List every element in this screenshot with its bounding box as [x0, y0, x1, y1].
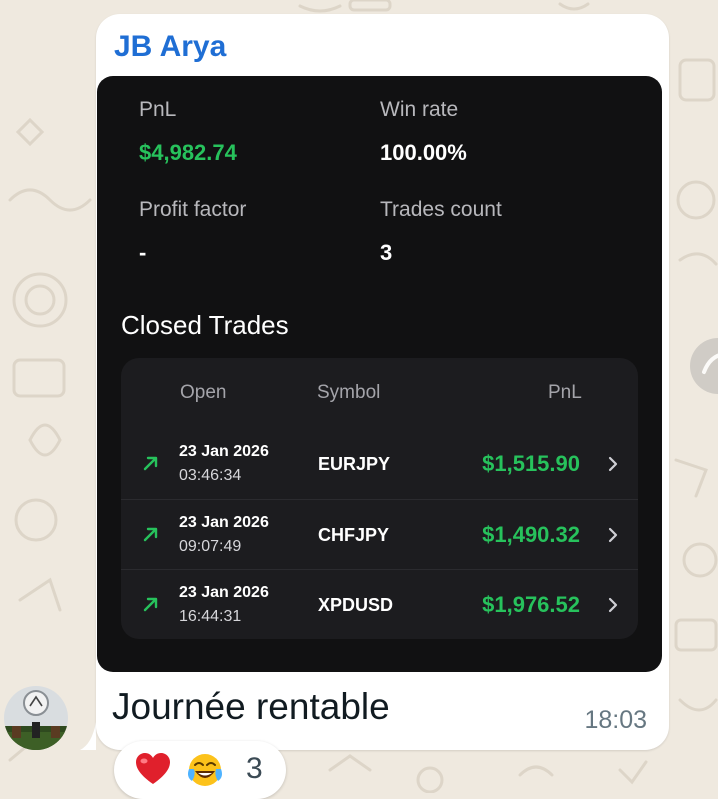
pnl-value: $4,982.74 [139, 140, 237, 165]
trade-open-time: 16:44:31 [179, 608, 242, 625]
heart-emoji-icon [136, 753, 170, 784]
message-bubble[interactable]: JB Arya PnL $4,982.74 Win rate 100.00% P… [96, 14, 669, 750]
trade-pnl: $1,515.90 [482, 451, 580, 476]
trade-symbol: CHFJPY [318, 525, 390, 545]
profit-factor-value: - [139, 240, 147, 265]
trade-pnl: $1,976.52 [482, 592, 580, 617]
trade-symbol: XPDUSD [318, 595, 394, 615]
avatar-image [4, 686, 68, 750]
message-text: Journée rentable [112, 686, 390, 727]
column-header-pnl: PnL [548, 382, 582, 403]
sender-avatar[interactable] [4, 686, 68, 750]
arrow-up-right-icon [143, 456, 158, 471]
winrate-value: 100.00% [380, 140, 467, 165]
winrate-label: Win rate [380, 98, 459, 121]
trade-row[interactable]: 23 Jan 2026 09:07:49 CHFJPY $1,490.32 [121, 499, 638, 569]
laughing-tears-emoji-icon [188, 754, 222, 786]
sender-name[interactable]: JB Arya [114, 30, 226, 64]
trade-row[interactable]: 23 Jan 2026 03:46:34 EURJPY $1,515.90 [121, 429, 638, 499]
column-header-open: Open [180, 382, 227, 403]
trade-symbol: EURJPY [318, 454, 391, 474]
chevron-right-icon [608, 597, 618, 613]
chevron-right-icon [608, 456, 618, 472]
arrow-up-right-icon [143, 527, 158, 542]
scroll-down-button[interactable] [690, 338, 718, 394]
message-timestamp: 18:03 [584, 706, 647, 734]
trade-open-date: 23 Jan 2026 [179, 584, 269, 601]
reactions-pill[interactable]: 3 [114, 741, 286, 799]
closed-trades-title: Closed Trades [121, 310, 289, 340]
profit-factor-label: Profit factor [139, 198, 247, 221]
arrow-up-right-icon [143, 597, 158, 612]
trade-open-date: 23 Jan 2026 [179, 514, 269, 531]
trading-summary-card[interactable]: PnL $4,982.74 Win rate 100.00% Profit fa… [97, 76, 662, 672]
chevron-right-icon [608, 527, 618, 543]
trade-row[interactable]: 23 Jan 2026 16:44:31 XPDUSD $1,976.52 [121, 569, 638, 639]
trade-pnl: $1,490.32 [482, 522, 580, 547]
share-icon [702, 353, 718, 374]
column-header-symbol: Symbol [317, 382, 381, 403]
pnl-label: PnL [139, 98, 177, 121]
closed-trades-table: Open Symbol PnL 23 Jan 2026 03:46:34 EUR… [121, 358, 638, 639]
trade-open-date: 23 Jan 2026 [179, 443, 269, 460]
trade-open-time: 03:46:34 [179, 467, 242, 484]
reaction-count: 3 [246, 752, 263, 785]
trades-count-label: Trades count [380, 198, 502, 221]
trade-open-time: 09:07:49 [179, 538, 242, 555]
trades-count-value: 3 [380, 240, 393, 265]
